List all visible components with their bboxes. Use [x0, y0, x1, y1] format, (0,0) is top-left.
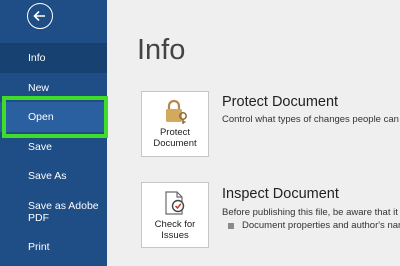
inspect-document-title: Inspect Document — [222, 186, 339, 202]
sidebar-item-save-as-adobe-pdf[interactable]: Save as Adobe PDF — [0, 196, 107, 230]
bullet-icon — [228, 223, 234, 229]
open-highlight-box — [2, 96, 108, 138]
protect-document-description: Control what types of changes people can… — [222, 114, 400, 125]
check-for-issues-button[interactable]: Check for Issues — [141, 182, 209, 248]
back-arrow-icon — [33, 10, 45, 22]
back-button[interactable] — [27, 3, 53, 29]
check-for-issues-label: Check for Issues — [154, 219, 196, 241]
sidebar-item-info[interactable]: Info — [0, 43, 107, 73]
protect-document-label: Protect Document — [153, 127, 197, 149]
protect-document-title: Protect Document — [222, 94, 339, 110]
document-check-icon — [165, 191, 185, 215]
lock-key-icon — [166, 99, 187, 124]
inspect-bullet-text: Document properties and author's nam — [242, 220, 400, 231]
inspect-document-description: Before publishing this file, be aware th… — [222, 207, 400, 218]
sidebar-item-save-as[interactable]: Save As — [0, 161, 107, 191]
sidebar-item-print[interactable]: Print — [0, 232, 107, 262]
page-title: Info — [137, 34, 186, 66]
protect-document-button[interactable]: Protect Document — [141, 91, 209, 157]
